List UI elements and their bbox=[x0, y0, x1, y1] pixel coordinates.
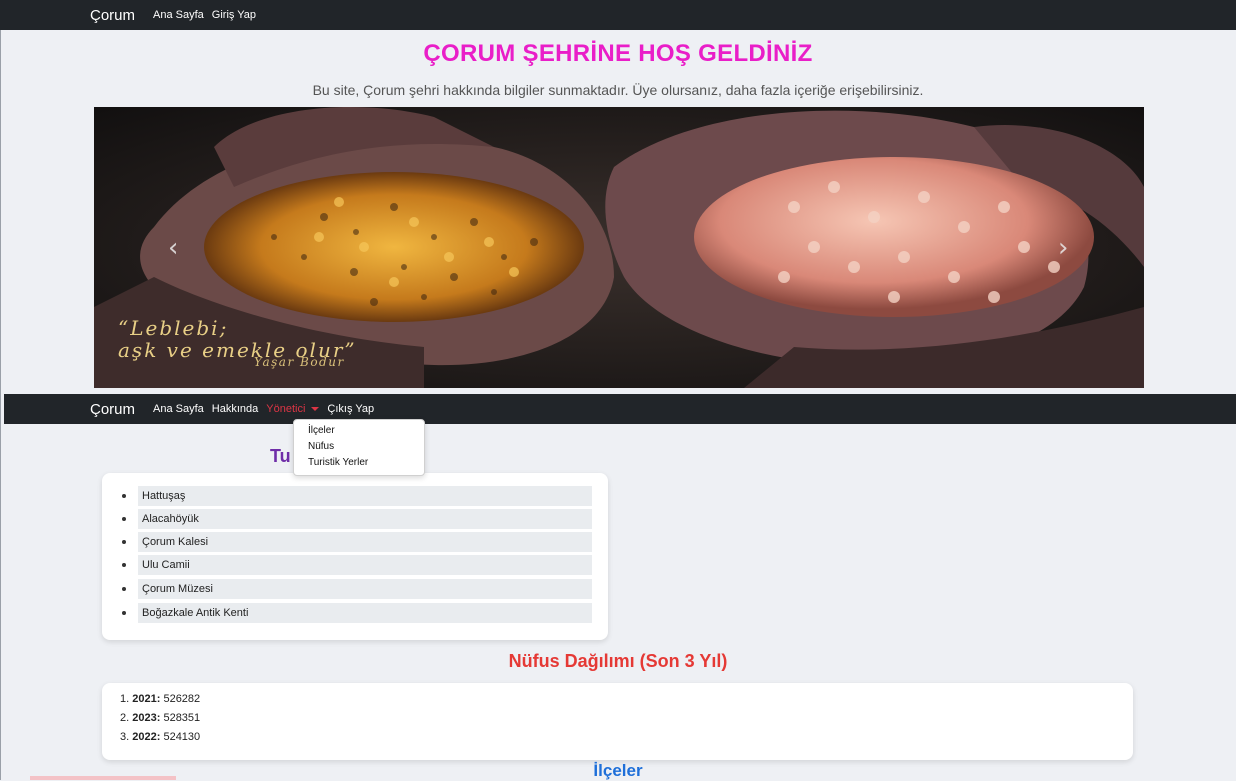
page-subtitle: Bu site, Çorum şehri hakkında bilgiler s… bbox=[312, 82, 924, 98]
nav-link-logout[interactable]: Çıkış Yap bbox=[327, 403, 374, 415]
list-item[interactable]: Çorum Müzesi bbox=[118, 579, 592, 599]
nav-link-home-2[interactable]: Ana Sayfa bbox=[153, 403, 204, 415]
caret-down-icon bbox=[311, 407, 320, 411]
top-navbar: Çorum Ana Sayfa Giriş Yap bbox=[0, 0, 1236, 30]
row-value: 528351 bbox=[163, 712, 201, 724]
dropdown-item-population[interactable]: Nüfus bbox=[294, 439, 424, 455]
navbar-brand-2[interactable]: Çorum bbox=[90, 401, 135, 418]
carousel-quote-line1: “Leblebi; bbox=[118, 316, 229, 340]
row-number: 3. bbox=[120, 731, 130, 743]
list-item-label: Ulu Camii bbox=[138, 555, 592, 575]
nav-dropdown-admin[interactable]: Yönetici bbox=[266, 403, 320, 415]
bullet-icon bbox=[122, 540, 126, 544]
dropdown-item-touristic[interactable]: Turistik Yerler bbox=[294, 455, 424, 471]
row-number: 2. bbox=[120, 712, 130, 724]
chevron-right-icon[interactable]: › bbox=[1058, 235, 1068, 261]
bullet-icon bbox=[122, 587, 126, 591]
admin-dropdown-menu: İlçeler Nüfus Turistik Yerler bbox=[293, 419, 425, 476]
bullet-icon bbox=[122, 517, 126, 521]
bullet-icon bbox=[122, 611, 126, 615]
population-row: 3. 2022: 524130 bbox=[120, 731, 200, 743]
chevron-left-icon[interactable]: ‹ bbox=[168, 235, 178, 261]
touristic-card: Hattuşaş Alacahöyük Çorum Kalesi Ulu Cam… bbox=[102, 473, 608, 640]
nav-link-login[interactable]: Giriş Yap bbox=[212, 9, 256, 21]
list-item-label: Hattuşaş bbox=[138, 486, 592, 506]
population-title: Nüfus Dağılımı (Son 3 Yıl) bbox=[508, 651, 728, 671]
population-row: 2. 2023: 528351 bbox=[120, 712, 200, 724]
row-year: 2021: bbox=[132, 693, 161, 705]
list-item-label: Boğazkale Antik Kenti bbox=[138, 603, 592, 623]
list-item-label: Çorum Müzesi bbox=[138, 579, 592, 599]
row-value: 526282 bbox=[163, 693, 201, 705]
population-card: 1. 2021: 526282 2. 2023: 528351 3. 2022:… bbox=[102, 683, 1133, 760]
bullet-icon bbox=[122, 494, 126, 498]
list-item-label: Alacahöyük bbox=[138, 509, 592, 529]
row-year: 2022: bbox=[132, 731, 161, 743]
bullet-icon bbox=[122, 563, 126, 567]
navbar-brand[interactable]: Çorum bbox=[90, 7, 135, 24]
list-item[interactable]: Boğazkale Antik Kenti bbox=[118, 603, 592, 623]
dropdown-item-districts[interactable]: İlçeler bbox=[294, 423, 424, 439]
list-item[interactable]: Ulu Camii bbox=[118, 555, 592, 575]
page-title: ÇORUM ŞEHRİNE HOŞ GELDİNİZ bbox=[423, 40, 813, 67]
hero-carousel[interactable]: “Leblebi; aşk ve emekle olur” Yaşar Bodu… bbox=[94, 107, 1144, 388]
population-row: 1. 2021: 526282 bbox=[120, 693, 200, 705]
second-navbar: Çorum Ana Sayfa Hakkında Yönetici Çıkış … bbox=[4, 394, 1236, 424]
row-year: 2023: bbox=[132, 712, 161, 724]
touristic-title-left: Tu bbox=[270, 446, 291, 466]
nav-dropdown-admin-label: Yönetici bbox=[266, 403, 306, 415]
list-item-label: Çorum Kalesi bbox=[138, 532, 592, 552]
nav-link-home[interactable]: Ana Sayfa bbox=[153, 9, 204, 21]
carousel-author: Yaşar Bodur bbox=[254, 355, 345, 369]
list-item[interactable]: Hattuşaş bbox=[118, 486, 592, 506]
row-value: 524130 bbox=[163, 731, 201, 743]
row-number: 1. bbox=[120, 693, 130, 705]
list-item[interactable]: Alacahöyük bbox=[118, 509, 592, 529]
nav-link-about[interactable]: Hakkında bbox=[212, 403, 258, 415]
decorative-strip bbox=[30, 776, 176, 780]
list-item[interactable]: Çorum Kalesi bbox=[118, 532, 592, 552]
districts-title: İlçeler bbox=[593, 761, 643, 780]
